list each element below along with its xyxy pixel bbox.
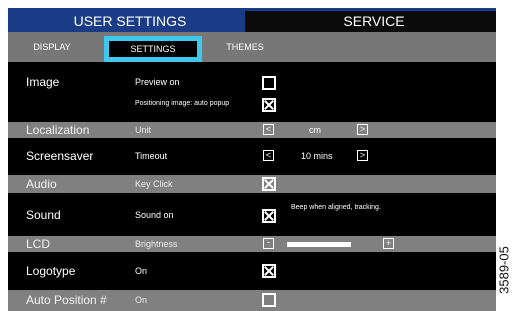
logotype-on-label: On	[135, 266, 148, 276]
auto-position-checkbox[interactable]	[262, 293, 276, 307]
timeout-next-button[interactable]: >	[357, 150, 368, 161]
positioning-image-label: Positioning image: auto popup	[135, 100, 230, 107]
row-logotype-title: Logotype	[26, 264, 76, 278]
sub-tabs: DISPLAY SETTINGS THEMES	[8, 32, 496, 62]
row-localization: Localization Unit < cm >	[8, 122, 496, 138]
tab-divider	[245, 11, 252, 32]
sound-on-checkbox[interactable]	[262, 209, 276, 223]
key-click-label: Key Click	[135, 179, 173, 189]
main-tabs: USER SETTINGS SERVICE	[8, 8, 496, 32]
row-image: Image Preview on Positioning image: auto…	[8, 62, 496, 118]
row-screensaver-title: Screensaver	[26, 149, 94, 163]
figure-code: 3589-05	[496, 240, 512, 300]
auto-position-on-label: On	[135, 295, 148, 305]
brightness-fill	[287, 242, 351, 247]
tab-user-settings[interactable]: USER SETTINGS	[8, 8, 252, 32]
brightness-label: Brightness	[135, 239, 178, 249]
tab-service[interactable]: SERVICE	[252, 8, 496, 32]
unit-value: cm	[309, 125, 321, 135]
subtab-settings-label: SETTINGS	[104, 36, 202, 62]
settings-screen: USER SETTINGS SERVICE DISPLAY SETTINGS T…	[8, 8, 496, 311]
timeout-prev-button[interactable]: <	[263, 150, 274, 161]
row-screensaver: Screensaver Timeout < 10 mins >	[8, 141, 496, 172]
brightness-increase-button[interactable]: +	[383, 238, 394, 249]
row-image-title: Image	[26, 75, 60, 89]
row-localization-title: Localization	[26, 123, 90, 137]
figure-code-text: 3589-05	[496, 246, 512, 294]
unit-label: Unit	[135, 125, 152, 135]
sound-on-label: Sound on	[135, 210, 174, 220]
row-sound-title: Sound	[26, 208, 61, 222]
sound-note: Beep when aligned, tracking.	[291, 204, 381, 211]
logotype-checkbox[interactable]	[262, 264, 276, 278]
timeout-label: Timeout	[135, 151, 168, 161]
subtab-display[interactable]: DISPLAY	[8, 32, 96, 62]
row-auto-position-title: Auto Position #	[26, 293, 107, 307]
brightness-decrease-button[interactable]: -	[263, 238, 274, 249]
key-click-checkbox[interactable]	[262, 177, 276, 191]
row-audio: Audio Key Click	[8, 175, 496, 193]
subtab-settings[interactable]: SETTINGS	[104, 32, 202, 62]
unit-prev-button[interactable]: <	[263, 124, 274, 135]
row-logotype: Logotype On	[8, 255, 496, 287]
brightness-slider[interactable]	[287, 242, 378, 247]
positioning-image-checkbox[interactable]	[262, 98, 276, 112]
row-auto-position: Auto Position # On	[8, 290, 496, 311]
preview-on-label: Preview on	[135, 77, 180, 87]
row-lcd: LCD Brightness - +	[8, 236, 496, 252]
row-audio-title: Audio	[26, 177, 57, 191]
row-sound: Sound Sound on Beep when aligned, tracki…	[8, 196, 496, 233]
subtab-themes[interactable]: THEMES	[222, 32, 268, 62]
preview-on-checkbox[interactable]	[262, 76, 276, 90]
unit-next-button[interactable]: >	[357, 124, 368, 135]
timeout-value: 10 mins	[301, 151, 333, 161]
row-lcd-title: LCD	[26, 237, 51, 251]
